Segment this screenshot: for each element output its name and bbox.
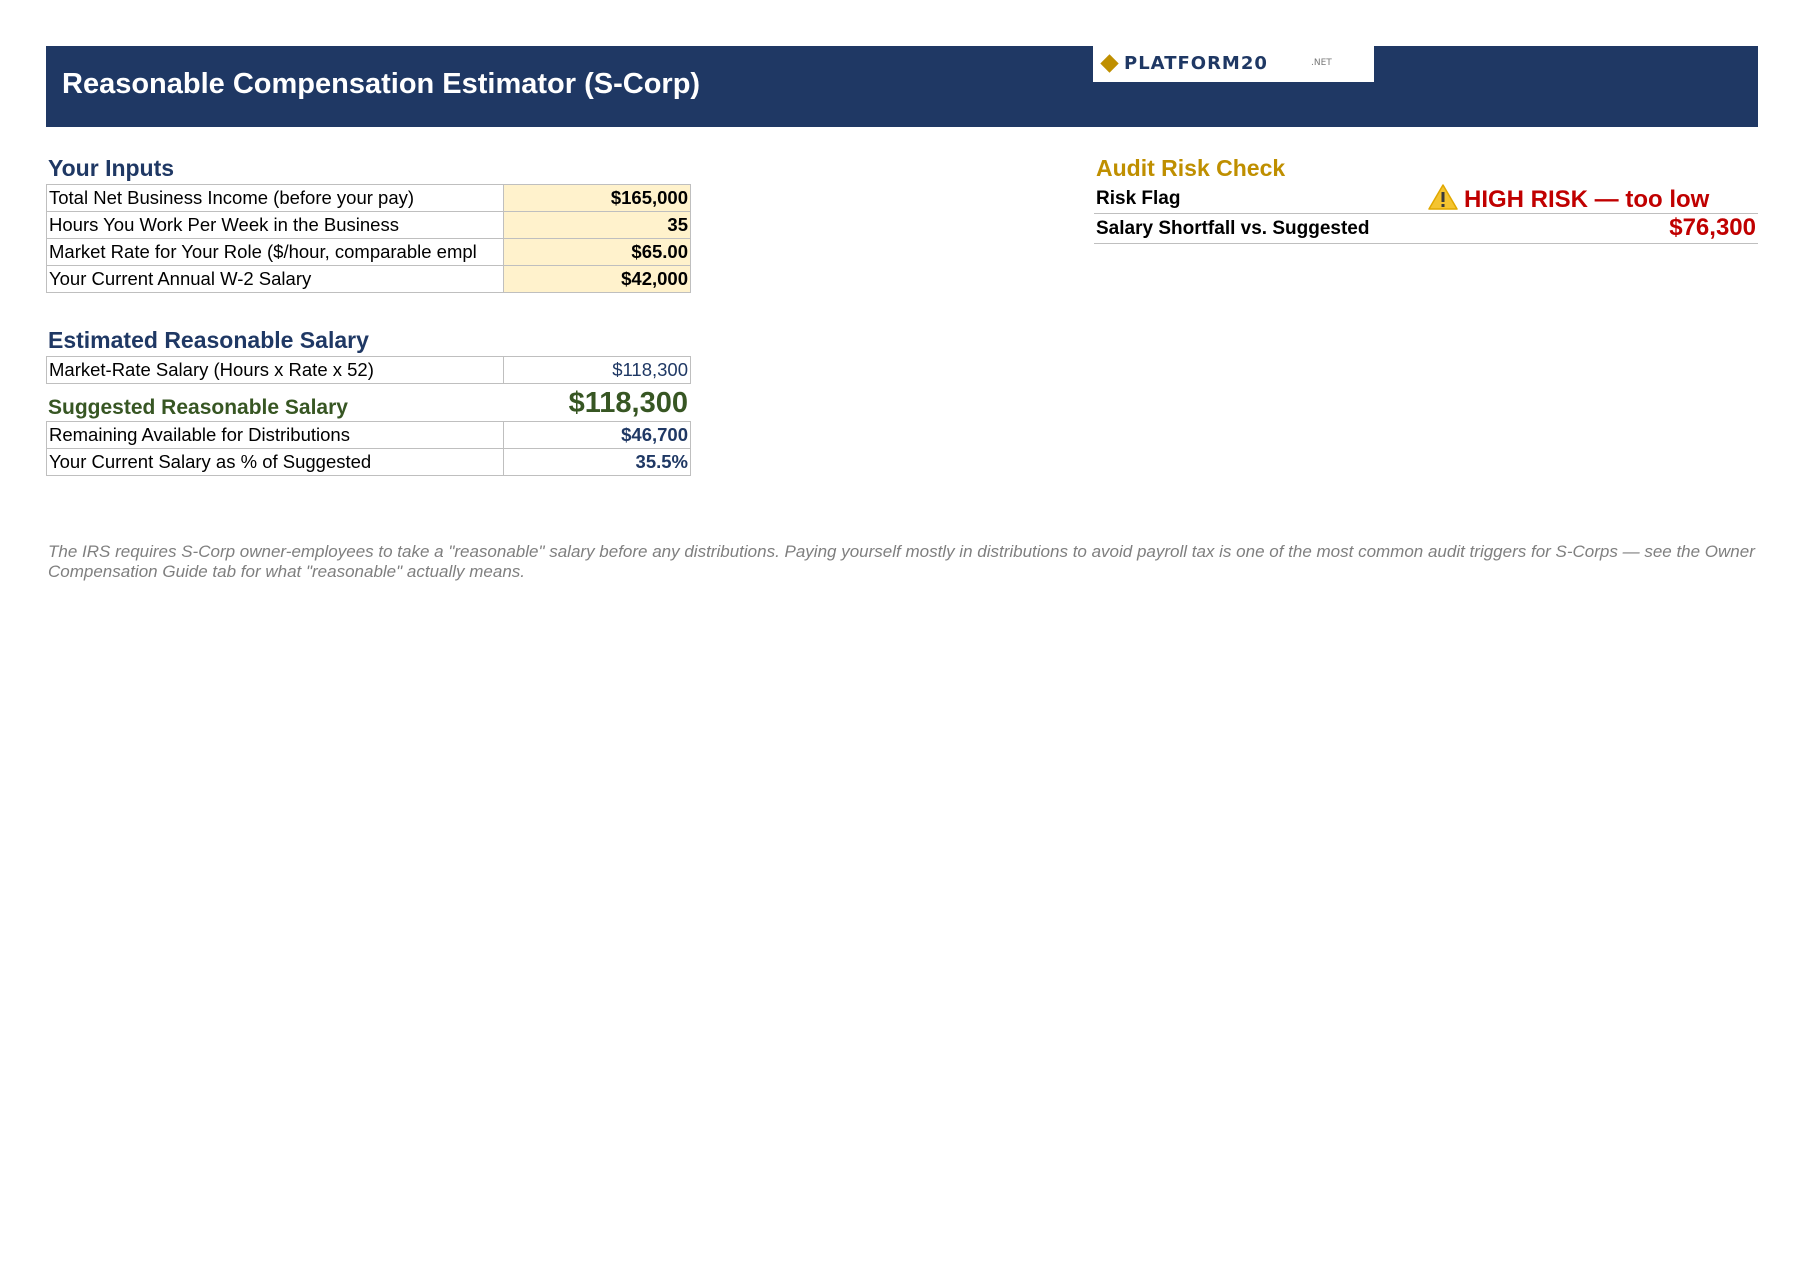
market-rate-input[interactable]: $65.00	[503, 238, 691, 266]
inputs-section-title: Your Inputs	[48, 155, 175, 181]
remaining-value: $46,700	[503, 421, 691, 449]
warning-icon	[1428, 184, 1458, 210]
pct-value: 35.5%	[503, 448, 691, 476]
risk-flag-label: Risk Flag	[1096, 188, 1181, 209]
risk-flag-text: HIGH RISK — too low	[1464, 186, 1710, 213]
estimate-section-title: Estimated Reasonable Salary	[48, 327, 369, 353]
shortfall-row: Salary Shortfall vs. Suggested $76,300	[1094, 214, 1758, 244]
shortfall-value: $76,300	[1669, 214, 1756, 241]
input-label: Total Net Business Income (before your p…	[46, 184, 504, 212]
input-label: Hours You Work Per Week in the Business	[46, 211, 504, 239]
brand-logo: PLATFORM20 .NET	[1093, 46, 1374, 82]
hours-input[interactable]: 35	[503, 211, 691, 239]
input-row-net-income: Total Net Business Income (before your p…	[46, 184, 691, 212]
results-table: Remaining Available for Distributions $4…	[46, 421, 691, 476]
risk-flag-value: HIGH RISK — too low	[1428, 184, 1709, 214]
remaining-row: Remaining Available for Distributions $4…	[46, 421, 691, 449]
net-income-input[interactable]: $165,000	[503, 184, 691, 212]
input-label: Your Current Annual W-2 Salary	[46, 265, 504, 293]
input-row-market-rate: Market Rate for Your Role ($/hour, compa…	[46, 238, 691, 266]
shortfall-label: Salary Shortfall vs. Suggested	[1096, 218, 1370, 239]
remaining-label: Remaining Available for Distributions	[46, 421, 504, 449]
diamond-icon	[1100, 54, 1119, 73]
market-rate-row: Market-Rate Salary (Hours x Rate x 52) $…	[46, 356, 691, 384]
input-label: Market Rate for Your Role ($/hour, compa…	[46, 238, 504, 266]
risk-flag-row: Risk Flag HIGH RISK — too low	[1094, 184, 1758, 214]
logo-suffix: .NET	[1311, 58, 1332, 68]
input-row-hours: Hours You Work Per Week in the Business …	[46, 211, 691, 239]
logo-text: PLATFORM20	[1124, 53, 1268, 74]
market-rate-table: Market-Rate Salary (Hours x Rate x 52) $…	[46, 356, 691, 384]
input-row-current-salary: Your Current Annual W-2 Salary $42,000	[46, 265, 691, 293]
pct-label: Your Current Salary as % of Suggested	[46, 448, 504, 476]
market-rate-value: $118,300	[503, 356, 691, 384]
footnote: The IRS requires S-Corp owner-employees …	[48, 542, 1755, 581]
market-rate-label: Market-Rate Salary (Hours x Rate x 52)	[46, 356, 504, 384]
current-salary-input[interactable]: $42,000	[503, 265, 691, 293]
suggested-salary-label: Suggested Reasonable Salary	[48, 396, 348, 419]
pct-row: Your Current Salary as % of Suggested 35…	[46, 448, 691, 476]
header-banner: Reasonable Compensation Estimator (S-Cor…	[46, 46, 1758, 127]
page-title: Reasonable Compensation Estimator (S-Cor…	[62, 68, 701, 100]
audit-section-title: Audit Risk Check	[1096, 155, 1286, 181]
suggested-salary-value: $118,300	[568, 387, 688, 419]
inputs-table: Total Net Business Income (before your p…	[46, 184, 691, 293]
